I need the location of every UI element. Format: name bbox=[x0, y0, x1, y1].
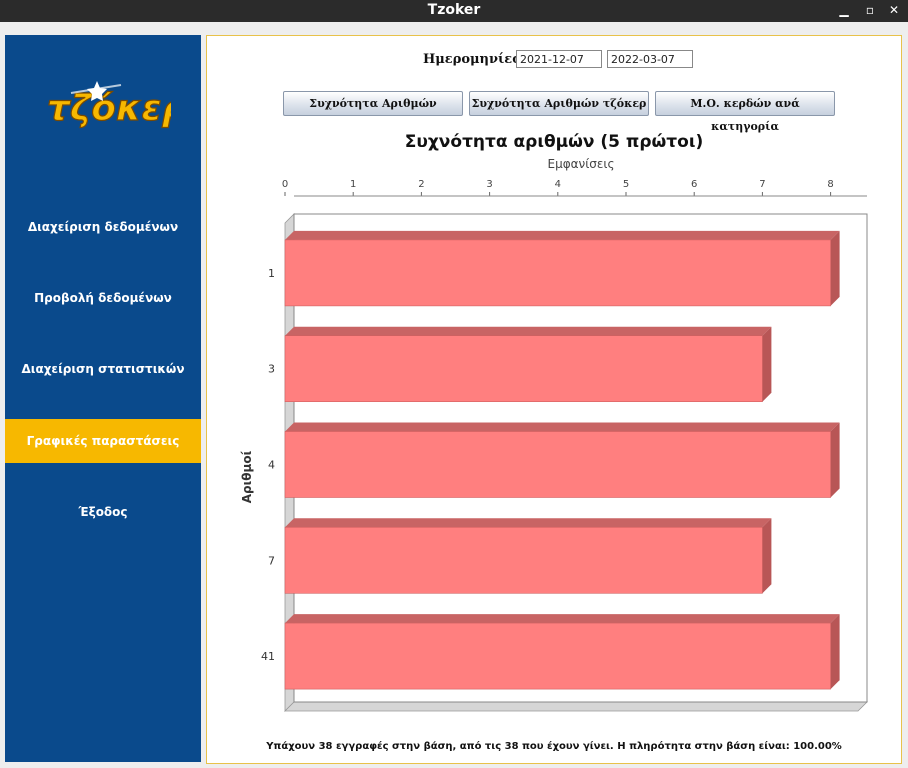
plot-floor bbox=[284, 701, 868, 712]
date-filter-row: Ημερομηνίες bbox=[207, 50, 901, 70]
x-axis-label: Εμφανίσεις bbox=[547, 157, 614, 171]
bar-side-face bbox=[762, 518, 772, 594]
bar-top-face bbox=[285, 518, 772, 528]
bar bbox=[284, 431, 831, 498]
y-tick-label: 1 bbox=[268, 267, 275, 280]
minimize-icon[interactable]: ▁ bbox=[833, 0, 855, 22]
x-tick-label: 6 bbox=[691, 179, 697, 190]
bar-top-face bbox=[285, 614, 840, 624]
nav-exit[interactable]: Έξοδος bbox=[5, 490, 201, 534]
y-tick-label: 4 bbox=[268, 459, 275, 472]
main-panel: Ημερομηνίες Συχνότητα Αριθμών Συχνότητα … bbox=[206, 35, 902, 764]
y-axis-label: Αριθμοί bbox=[240, 450, 254, 503]
x-tick-label: 4 bbox=[555, 179, 561, 190]
x-tick-label: 0 bbox=[282, 179, 288, 190]
nav-charts[interactable]: Γραφικές παραστάσεις bbox=[5, 419, 201, 463]
status-footer: Υπάχουν 38 εγγραφές στην βάση, από τις 3… bbox=[266, 741, 842, 752]
sidebar: τζόκερ Διαχείριση δεδομένων Προβολή δεδο… bbox=[5, 35, 201, 762]
x-tick-label: 2 bbox=[418, 179, 424, 190]
x-tick-label: 7 bbox=[759, 179, 765, 190]
bar-top-face bbox=[285, 326, 772, 336]
bar-side-face bbox=[830, 614, 840, 690]
bar-side-face bbox=[830, 422, 840, 498]
bar-top-face bbox=[285, 422, 840, 432]
joker-frequency-button[interactable]: Συχνότητα Αριθμών τζόκερ bbox=[469, 91, 649, 116]
title-bar: Tzoker ▁ ▫ ✕ bbox=[0, 0, 908, 22]
average-winnings-button[interactable]: Μ.Ο. κερδών ανά κατηγορία bbox=[655, 91, 835, 133]
window-title: Tzoker bbox=[427, 2, 481, 18]
bar bbox=[284, 526, 763, 594]
x-tick-label: 3 bbox=[486, 179, 492, 190]
bar-side-face bbox=[762, 326, 772, 402]
bar bbox=[284, 622, 831, 690]
nav-data-management[interactable]: Διαχείριση δεδομένων bbox=[5, 205, 201, 249]
bar-top-face bbox=[285, 230, 840, 240]
chart-title: Συχνότητα αριθμών (5 πρώτοι) bbox=[404, 132, 704, 152]
close-icon[interactable]: ✕ bbox=[883, 0, 905, 22]
date-from-input[interactable] bbox=[516, 50, 602, 68]
x-tick-label: 8 bbox=[827, 179, 833, 190]
bar bbox=[284, 239, 831, 307]
bar bbox=[284, 335, 763, 402]
maximize-icon[interactable]: ▫ bbox=[859, 0, 881, 22]
dates-label: Ημερομηνίες bbox=[423, 52, 521, 67]
tzoker-logo: τζόκερ bbox=[46, 81, 171, 130]
y-tick-label: 7 bbox=[268, 554, 275, 567]
window-body: τζόκερ Διαχείριση δεδομένων Προβολή δεδο… bbox=[0, 22, 908, 768]
bar-chart: Εμφανίσεις 0 1 2 3 4 5 6 7 8 Αριθμοί 1 3 4 7 41 bbox=[240, 157, 868, 712]
x-tick-label: 1 bbox=[350, 179, 356, 190]
number-frequency-button[interactable]: Συχνότητα Αριθμών bbox=[283, 91, 463, 116]
date-to-input[interactable] bbox=[607, 50, 693, 68]
svg-text:τζόκερ: τζόκερ bbox=[47, 88, 171, 129]
bar-side-face bbox=[830, 230, 840, 306]
y-tick-label: 41 bbox=[261, 650, 275, 663]
y-tick-label: 3 bbox=[268, 363, 275, 376]
x-tick-label: 5 bbox=[623, 179, 629, 190]
nav-data-view[interactable]: Προβολή δεδομένων bbox=[5, 276, 201, 320]
nav-statistics-management[interactable]: Διαχείριση στατιστικών bbox=[5, 347, 201, 391]
